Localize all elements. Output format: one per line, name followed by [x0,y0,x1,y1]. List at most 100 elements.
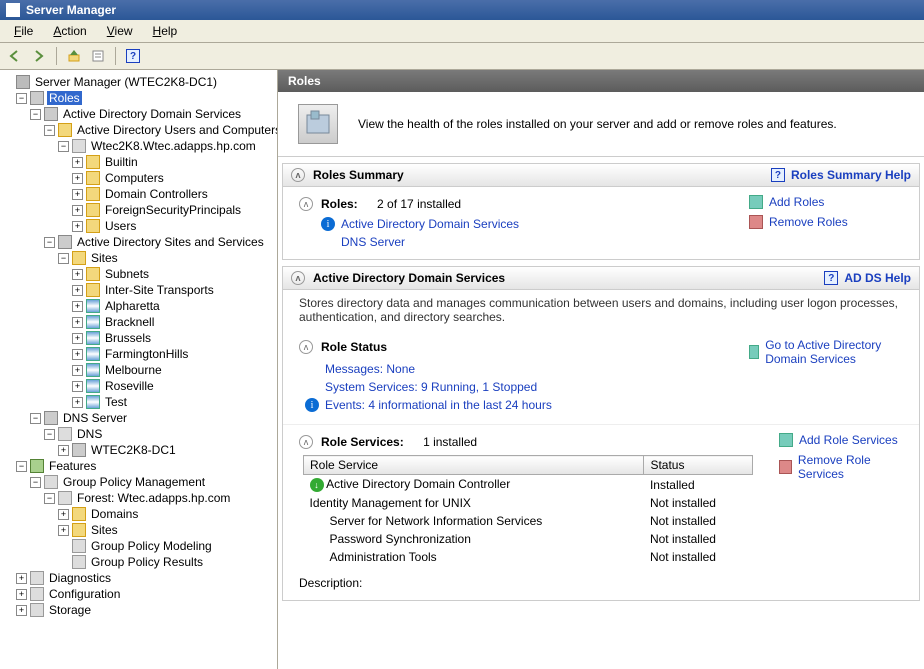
tree-users[interactable]: +Users [2,218,275,234]
tree-dcs[interactable]: +Domain Controllers [2,186,275,202]
tree-root[interactable]: Server Manager (WTEC2K8-DC1) [2,74,275,90]
tree-features[interactable]: −Features [2,458,275,474]
properties-button[interactable] [87,45,109,67]
dns-icon [44,411,58,425]
table-row[interactable]: Server for Network Information ServicesN… [304,512,753,530]
tree-computers[interactable]: +Computers [2,170,275,186]
tree-forest[interactable]: −Forest: Wtec.adapps.hp.com [2,490,275,506]
tree-domains[interactable]: +Domains [2,506,275,522]
tree-gpmodel[interactable]: Group Policy Modeling [2,538,275,554]
goto-adds-link[interactable]: Go to Active Directory Domain Services [749,338,909,366]
messages-link[interactable]: Messages: None [325,360,723,378]
tree-domain[interactable]: −Wtec2K8.Wtec.adapps.hp.com [2,138,275,154]
roles-summary-section: ʌ Roles Summary ?Roles Summary Help ʌRol… [282,163,920,260]
tree-gpresults[interactable]: Group Policy Results [2,554,275,570]
tree-site-roseville[interactable]: +Roseville [2,378,275,394]
description-label: Description: [299,576,753,590]
intro-bar: View the health of the roles installed o… [278,92,924,157]
report-icon [72,539,86,553]
tree-gsites[interactable]: +Sites [2,522,275,538]
site-icon [86,395,100,409]
remove-role-services-link[interactable]: Remove Role Services [779,453,909,481]
content-pane: Roles View the health of the roles insta… [278,70,924,669]
role-link-adds[interactable]: Active Directory Domain Services [341,217,519,231]
tree-site-alpharetta[interactable]: +Alpharetta [2,298,275,314]
menu-action[interactable]: Action [45,22,94,40]
tree-diag[interactable]: +Diagnostics [2,570,275,586]
folder-icon [72,251,86,265]
roles-icon [30,91,44,105]
tree-subnets[interactable]: +Subnets [2,266,275,282]
table-row[interactable]: ↓ Active Directory Domain ControllerInst… [304,475,753,495]
goto-icon [749,345,759,359]
nav-tree[interactable]: Server Manager (WTEC2K8-DC1) −Roles −Act… [0,70,278,669]
summary-help-link[interactable]: ?Roles Summary Help [771,168,911,182]
up-button[interactable] [63,45,85,67]
site-icon [86,331,100,345]
help-button[interactable]: ? [122,45,144,67]
tree-dns-host[interactable]: +WTEC2K8-DC1 [2,442,275,458]
forward-button[interactable] [28,45,50,67]
tree-builtin[interactable]: +Builtin [2,154,275,170]
site-icon [86,379,100,393]
installed-icon: ↓ [310,478,324,492]
chevron-up-icon[interactable]: ʌ [299,435,313,449]
forest-icon [58,491,72,505]
tree-site-farmington[interactable]: +FarmingtonHills [2,346,275,362]
table-row[interactable]: Identity Management for UNIXNot installe… [304,494,753,512]
role-icon [44,107,58,121]
adds-help-link[interactable]: ?AD DS Help [824,271,911,285]
site-icon [86,363,100,377]
tree-site-bracknell[interactable]: +Bracknell [2,314,275,330]
tree-config[interactable]: +Configuration [2,586,275,602]
folder-icon [86,283,100,297]
tree-adss[interactable]: −Active Directory Sites and Services [2,234,275,250]
tree-storage[interactable]: +Storage [2,602,275,618]
th-role-service[interactable]: Role Service [304,456,644,475]
folder-icon [86,155,100,169]
tree-aduc[interactable]: −Active Directory Users and Computers [2,122,275,138]
chevron-up-icon[interactable]: ʌ [291,271,305,285]
events-link[interactable]: iEvents: 4 informational in the last 24 … [305,396,723,414]
tree-fsp[interactable]: +ForeignSecurityPrincipals [2,202,275,218]
window-title: Server Manager [26,3,116,17]
menu-help[interactable]: Help [145,22,186,40]
config-icon [30,587,44,601]
tree-site-brussels[interactable]: +Brussels [2,330,275,346]
tree-site-test[interactable]: +Test [2,394,275,410]
add-icon [749,195,763,209]
features-icon [30,459,44,473]
tree-sites[interactable]: −Sites [2,250,275,266]
menu-view[interactable]: View [99,22,141,40]
tree-ist[interactable]: +Inter-Site Transports [2,282,275,298]
add-roles-link[interactable]: Add Roles [749,195,909,209]
tree-site-melbourne[interactable]: +Melbourne [2,362,275,378]
remove-icon [779,460,792,474]
role-link-dns[interactable]: DNS Server [341,235,405,249]
folder-icon [86,171,100,185]
table-row[interactable]: Administration ToolsNot installed [304,548,753,566]
chevron-up-icon[interactable]: ʌ [291,168,305,182]
add-role-services-link[interactable]: Add Role Services [779,433,909,447]
th-status[interactable]: Status [644,456,753,475]
back-button[interactable] [4,45,26,67]
collapse-icon[interactable]: − [16,93,27,104]
services-link[interactable]: System Services: 9 Running, 1 Stopped [325,378,723,396]
intro-text: View the health of the roles installed o… [358,117,837,131]
role-services-table: Role ServiceStatus ↓ Active Directory Do… [303,455,753,566]
sites-services-icon [58,235,72,249]
chevron-up-icon[interactable]: ʌ [299,340,313,354]
role-status-title: Role Status [321,340,387,354]
expand-icon[interactable]: + [72,157,83,168]
remove-roles-link[interactable]: Remove Roles [749,215,909,229]
tree-adds[interactable]: −Active Directory Domain Services [2,106,275,122]
menu-file[interactable]: File [6,22,41,40]
chevron-up-icon[interactable]: ʌ [299,197,313,211]
table-row[interactable]: Password SynchronizationNot installed [304,530,753,548]
tree-dns[interactable]: −DNS Server [2,410,275,426]
host-icon [72,443,86,457]
tree-gpm[interactable]: −Group Policy Management [2,474,275,490]
diag-icon [30,571,44,585]
tree-dns-node[interactable]: −DNS [2,426,275,442]
tree-roles[interactable]: −Roles [2,90,275,106]
